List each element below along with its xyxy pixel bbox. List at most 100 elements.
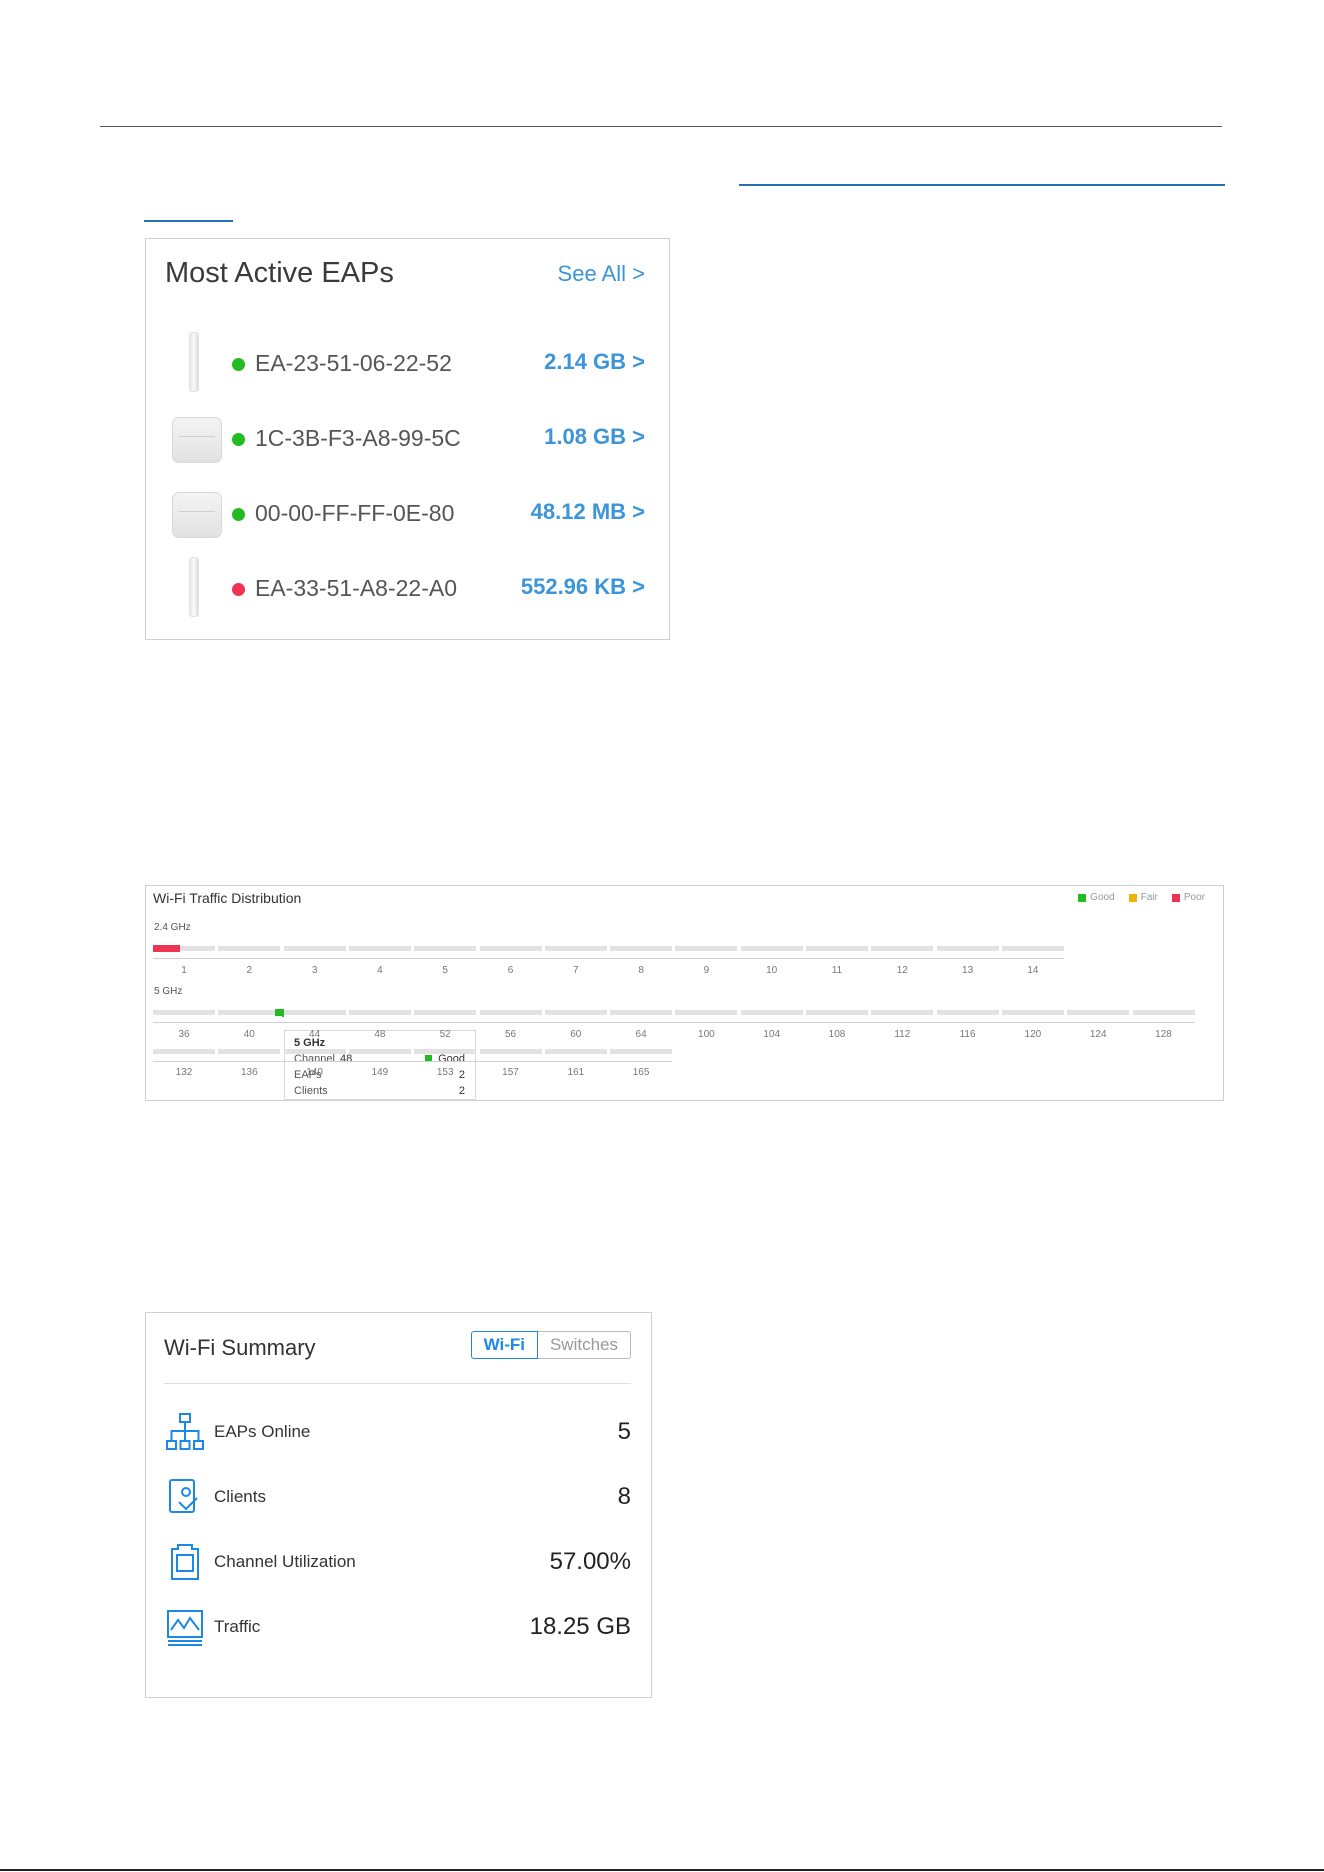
tooltip-value: 48 bbox=[340, 1053, 353, 1065]
wifi-traffic-distribution-panel: Wi-Fi Traffic Distribution Good Fair Poo… bbox=[145, 885, 1224, 1101]
channel-number: 6 bbox=[507, 965, 514, 976]
channel-bar[interactable] bbox=[610, 1049, 673, 1054]
channel-bar[interactable] bbox=[871, 1010, 934, 1015]
channel-bar[interactable] bbox=[283, 1049, 346, 1054]
channel-activity-mark[interactable] bbox=[274, 1009, 283, 1016]
tooltip-value: 2 bbox=[458, 1085, 465, 1097]
legend-label: Poor bbox=[1183, 892, 1205, 903]
channel-bar[interactable] bbox=[740, 946, 803, 951]
tab-wifi[interactable]: Wi-Fi bbox=[470, 1331, 538, 1359]
channel-number: 153 bbox=[436, 1067, 454, 1078]
channel-bar[interactable] bbox=[871, 946, 934, 951]
channel-bar[interactable] bbox=[153, 1049, 215, 1054]
channel-number: 12 bbox=[896, 965, 908, 976]
channel-number: 40 bbox=[243, 1029, 255, 1040]
summary-label: Traffic bbox=[214, 1617, 261, 1636]
channel-bar[interactable] bbox=[544, 946, 607, 951]
channel-bar[interactable] bbox=[153, 1010, 215, 1015]
tooltip-status: Good bbox=[425, 1053, 465, 1065]
eap-row[interactable]: EA-33-51-A8-22-A0 552.96 KB > bbox=[146, 557, 669, 627]
tooltip-row-clients: Clients 2 bbox=[294, 1085, 465, 1099]
summary-row-traffic: Traffic 18.25 GB bbox=[164, 1606, 631, 1650]
traffic-chart-icon bbox=[167, 1610, 203, 1646]
network-tree-icon bbox=[166, 1413, 204, 1450]
eap-mac: 00-00-FF-FF-0E-80 bbox=[255, 500, 455, 526]
wall-plate-ap-icon bbox=[189, 332, 199, 392]
channel-number: 64 bbox=[635, 1029, 647, 1040]
channel-bar[interactable] bbox=[479, 946, 542, 951]
channel-bar[interactable] bbox=[1001, 946, 1064, 951]
eap-row[interactable]: 1C-3B-F3-A8-99-5C 1.08 GB > bbox=[146, 407, 669, 477]
eap-row[interactable]: 00-00-FF-FF-0E-80 48.12 MB > bbox=[146, 482, 669, 552]
channel-bar[interactable] bbox=[936, 1010, 999, 1015]
channel-number: 11 bbox=[831, 965, 843, 976]
most-active-eaps-panel: Most Active EAPs See All > EA-23-51-06-2… bbox=[145, 238, 670, 640]
legend-swatch bbox=[1078, 893, 1087, 902]
summary-value: 57.00% bbox=[549, 1548, 631, 1575]
channel-bar[interactable] bbox=[218, 1049, 281, 1054]
channel-bar[interactable] bbox=[806, 946, 868, 951]
channel-bar[interactable] bbox=[414, 1010, 477, 1015]
channel-utilization-icon bbox=[171, 1544, 199, 1580]
eap-traffic-link[interactable]: 552.96 KB > bbox=[521, 574, 645, 600]
channel-bar[interactable] bbox=[218, 946, 281, 951]
channel-number: 7 bbox=[573, 965, 579, 976]
channel-bar[interactable] bbox=[936, 946, 999, 951]
hyperlink-underline-continued[interactable] bbox=[144, 220, 233, 222]
channel-bar[interactable] bbox=[283, 946, 346, 951]
channel-number: 112 bbox=[894, 1029, 911, 1040]
summary-tab-switch: Wi-Fi Switches bbox=[470, 1331, 631, 1359]
see-all-link[interactable]: See All > bbox=[558, 261, 645, 287]
summary-row-eaps-online: EAPs Online 5 bbox=[164, 1411, 631, 1455]
legend-label: Good bbox=[1090, 892, 1115, 903]
legend-swatch bbox=[1171, 893, 1180, 902]
channel-activity-mark[interactable] bbox=[153, 945, 180, 952]
channel-number: 157 bbox=[502, 1067, 519, 1078]
eap-mac: EA-33-51-A8-22-A0 bbox=[255, 575, 457, 601]
ceiling-ap-icon bbox=[172, 492, 222, 538]
hyperlink-underline[interactable] bbox=[739, 184, 1225, 186]
channel-bar[interactable] bbox=[675, 946, 738, 951]
eap-traffic-link[interactable]: 48.12 MB > bbox=[531, 499, 645, 525]
eap-traffic-link[interactable]: 1.08 GB > bbox=[544, 424, 645, 450]
channel-bar[interactable] bbox=[1001, 1010, 1064, 1015]
tooltip-key: Channel bbox=[294, 1053, 335, 1065]
channel-bar[interactable] bbox=[348, 1049, 411, 1054]
band-label-24ghz: 2.4 GHz bbox=[154, 922, 191, 933]
legend-item-good: Good bbox=[1078, 892, 1115, 903]
channel-bar[interactable] bbox=[348, 946, 411, 951]
ceiling-ap-icon bbox=[172, 417, 222, 463]
band-label-5ghz: 5 GHz bbox=[154, 986, 183, 997]
channel-bar[interactable] bbox=[283, 1010, 346, 1015]
tab-switches[interactable]: Switches bbox=[537, 1331, 631, 1359]
channel-bar[interactable] bbox=[740, 1010, 803, 1015]
summary-row-channel-utilization: Channel Utilization 57.00% bbox=[164, 1541, 631, 1585]
channel-number: 132 bbox=[175, 1067, 193, 1078]
summary-label: Channel Utilization bbox=[214, 1552, 356, 1571]
channel-bar[interactable] bbox=[806, 1010, 868, 1015]
channel-number: 14 bbox=[1027, 965, 1039, 976]
eap-row[interactable]: EA-23-51-06-22-52 2.14 GB > bbox=[146, 332, 669, 402]
channel-bar[interactable] bbox=[675, 1010, 738, 1015]
channel-bar[interactable] bbox=[479, 1049, 542, 1054]
bottom-rule bbox=[0, 1869, 1324, 1871]
summary-value: 5 bbox=[617, 1418, 631, 1445]
channel-number: 149 bbox=[371, 1067, 389, 1078]
channel-bar[interactable] bbox=[414, 1049, 477, 1054]
channel-bar[interactable] bbox=[479, 1010, 542, 1015]
channel-bar[interactable] bbox=[610, 946, 673, 951]
legend: Good Fair Poor bbox=[1078, 892, 1205, 903]
channel-number: 2 bbox=[246, 965, 253, 976]
channel-bar[interactable] bbox=[544, 1010, 607, 1015]
channel-tooltip: 5 GHz Channel 48 Good EAPs 2 Clients 2 bbox=[284, 1030, 476, 1100]
channel-bar[interactable] bbox=[610, 1010, 673, 1015]
channel-bar[interactable] bbox=[1067, 1010, 1130, 1015]
eap-traffic-link[interactable]: 2.14 GB > bbox=[544, 349, 645, 375]
channel-bar[interactable] bbox=[414, 946, 477, 951]
channel-number: 36 bbox=[178, 1029, 190, 1040]
channel-number: 136 bbox=[240, 1067, 258, 1078]
channel-bar[interactable] bbox=[218, 1010, 281, 1015]
channel-bar[interactable] bbox=[1132, 1010, 1195, 1015]
channel-bar[interactable] bbox=[348, 1010, 411, 1015]
channel-bar[interactable] bbox=[544, 1049, 607, 1054]
